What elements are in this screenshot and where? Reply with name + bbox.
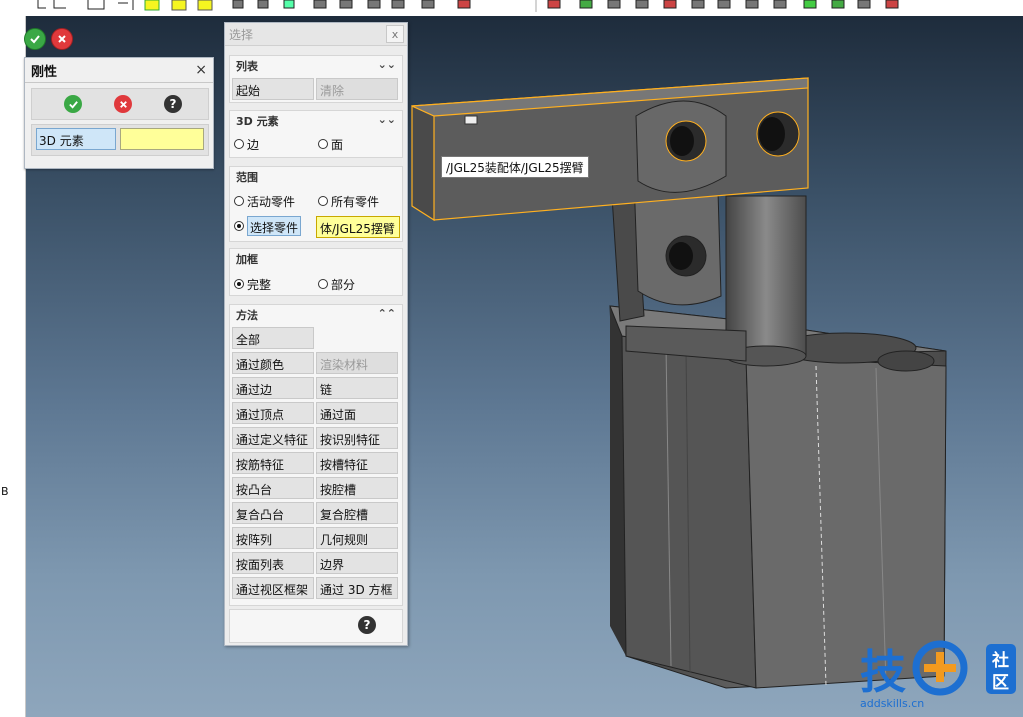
method-button[interactable]: 按凸台 — [232, 477, 314, 499]
method-button[interactable]: 复合腔槽 — [316, 502, 398, 524]
method-button[interactable]: 链 — [316, 377, 398, 399]
toolbar-icons[interactable] — [0, 0, 1023, 16]
face-radio[interactable]: 面 — [318, 134, 343, 154]
rigidity-ok-button[interactable] — [64, 95, 82, 113]
select-panel: 选择 x 列表 ⌄⌄ 起始 清除 3D 元素 ⌄⌄ 边 面 范围 活动零件 所有… — [224, 22, 408, 646]
frame-partial-label: 部分 — [331, 277, 356, 292]
selected-part-field[interactable]: 体/JGL25摆臂 — [316, 216, 400, 238]
method-group: 方法 ⌃⌃ 全部通过颜色 渲染材料 通过边链通过顶点 通过面 通过定义特征 按识别特征 按筋… — [229, 304, 403, 606]
frame-full-label: 完整 — [247, 277, 272, 292]
clear-button[interactable]: 清除 — [316, 78, 398, 100]
selected-part-radio[interactable]: 选择零件 — [234, 216, 302, 236]
method-button[interactable]: 按识别特征 — [316, 427, 398, 449]
radio-icon — [234, 196, 244, 206]
method-button[interactable]: 按面列表 — [232, 552, 314, 574]
check-icon — [30, 35, 40, 44]
method-button[interactable]: 按阵列 — [232, 527, 314, 549]
radio-icon — [234, 139, 244, 149]
close-icon — [119, 100, 127, 108]
scope-group: 范围 活动零件 所有零件 选择零件 体/JGL25摆臂 — [229, 166, 403, 242]
part-tooltip: /JGL25装配体/JGL25摆臂 — [441, 156, 589, 178]
rigidity-action-row: ? — [31, 88, 209, 120]
expand-chevron-icon[interactable]: ⌃⌃ — [378, 307, 396, 320]
list-group-header[interactable]: 列表 ⌄⌄ — [230, 56, 402, 76]
face-radio-label: 面 — [331, 137, 344, 152]
method-button[interactable]: 按腔槽 — [316, 477, 398, 499]
rigidity-close-button[interactable]: × — [195, 62, 207, 78]
element-group-title: 3D 元素 — [236, 115, 279, 128]
frame-group: 加框 完整 部分 — [229, 248, 403, 296]
rigidity-cancel-button[interactable] — [114, 95, 132, 113]
logo-site-text: addskills.cn — [860, 697, 925, 710]
rigidity-field-row: 3D 元素 — [31, 124, 209, 156]
method-button[interactable]: 通过视区框架 — [232, 577, 314, 599]
frame-full-radio[interactable]: 完整 — [234, 274, 271, 294]
left-strip: B — [0, 16, 26, 717]
method-button[interactable]: 通过定义特征 — [232, 427, 314, 449]
collapse-chevron-icon[interactable]: ⌄⌄ — [378, 113, 396, 126]
method-button[interactable]: 按槽特征 — [316, 452, 398, 474]
logo-graphic: 技 社 区 — [860, 640, 1016, 699]
method-button[interactable]: 按筋特征 — [232, 452, 314, 474]
method-group-header[interactable]: 方法 ⌃⌃ — [230, 305, 402, 325]
start-button[interactable]: 起始 — [232, 78, 314, 100]
active-part-radio[interactable]: 活动零件 — [234, 191, 295, 211]
edge-radio[interactable]: 边 — [234, 134, 259, 154]
scope-group-title: 范围 — [236, 171, 258, 184]
frame-partial-radio[interactable]: 部分 — [318, 274, 355, 294]
frame-group-header: 加框 — [230, 249, 402, 269]
method-button[interactable]: 通过顶点 — [232, 402, 314, 424]
logo-main-char: 技 — [860, 645, 906, 699]
selected-part-label: 选择零件 — [247, 216, 302, 236]
method-button[interactable]: 通过边 — [232, 377, 314, 399]
radio-selected-icon — [234, 279, 244, 289]
help-button[interactable]: ? — [358, 616, 376, 634]
top-toolbar — [0, 0, 1023, 16]
radio-selected-icon — [234, 221, 244, 231]
watermark-logo: 技 社 区 addskills.cn — [858, 640, 1020, 714]
collapse-chevron-icon[interactable]: ⌄⌄ — [378, 58, 396, 71]
radio-icon — [318, 279, 328, 289]
radio-icon — [318, 139, 328, 149]
method-button[interactable]: 全部 — [232, 327, 314, 349]
logo-badge-bottom: 区 — [992, 673, 1009, 693]
logo-badge-top: 社 — [991, 650, 1009, 671]
all-parts-label: 所有零件 — [331, 194, 380, 209]
rigidity-panel: 刚性 × ? 3D 元素 — [24, 57, 214, 169]
select-panel-titlebar: 选择 x — [225, 23, 407, 46]
select-panel-title: 选择 — [229, 27, 254, 42]
element-group: 3D 元素 ⌄⌄ 边 面 — [229, 110, 403, 158]
cancel-button[interactable] — [51, 28, 73, 50]
rigidity-help-button[interactable]: ? — [164, 95, 182, 113]
method-button[interactable]: 边界 — [316, 552, 398, 574]
select-panel-close-button[interactable]: x — [386, 25, 404, 43]
radio-icon — [318, 196, 328, 206]
method-group-title: 方法 — [236, 309, 258, 322]
element-group-header[interactable]: 3D 元素 ⌄⌄ — [230, 111, 402, 131]
method-button[interactable]: 通过 3D 方框 — [316, 577, 398, 599]
edge-radio-label: 边 — [247, 137, 260, 152]
element-value-field[interactable] — [120, 128, 204, 150]
scope-group-header: 范围 — [230, 167, 402, 187]
method-button[interactable]: 通过颜色 — [232, 352, 314, 374]
method-button[interactable]: 通过面 — [316, 402, 398, 424]
help-icon: ? — [363, 618, 371, 632]
frame-group-title: 加框 — [236, 253, 258, 266]
help-bar: ? — [229, 609, 403, 643]
active-part-label: 活动零件 — [247, 194, 296, 209]
left-strip-letter: B — [1, 485, 9, 498]
rigidity-panel-header: 刚性 × — [25, 58, 213, 83]
element-type-field[interactable]: 3D 元素 — [36, 128, 116, 150]
check-icon — [68, 100, 78, 109]
close-icon — [58, 35, 66, 43]
list-group-title: 列表 — [236, 60, 258, 73]
method-button[interactable]: 复合凸台 — [232, 502, 314, 524]
help-icon: ? — [169, 97, 177, 111]
method-button[interactable]: 几何规则 — [316, 527, 398, 549]
confirm-button[interactable] — [24, 28, 46, 50]
rigidity-panel-title: 刚性 — [31, 64, 58, 80]
all-parts-radio[interactable]: 所有零件 — [318, 191, 379, 211]
method-button[interactable]: 渲染材料 — [316, 352, 398, 374]
list-group: 列表 ⌄⌄ 起始 清除 — [229, 55, 403, 103]
